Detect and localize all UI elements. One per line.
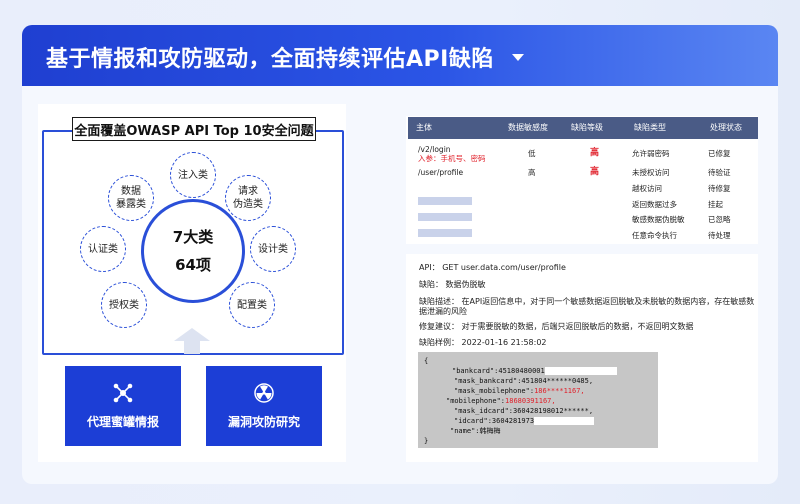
detail-fix: 修复建议： 对于需要脱敏的数据，后端只返回脱敏后的数据，不返回明文数据 (419, 322, 694, 331)
network-nodes-icon (113, 383, 133, 402)
row-type: 敏感数据伪脱敏 (632, 215, 685, 224)
row-type: 返回数据过多 (632, 200, 677, 209)
code-line: "mask_mobilephone":186****1167, (454, 387, 585, 395)
category-node-request-forgery[interactable]: 请求 伪造类 (225, 175, 271, 221)
category-node-authorization[interactable]: 授权类 (101, 282, 147, 328)
row-sensitivity: 高 (528, 168, 536, 177)
redacted-subject (418, 229, 472, 237)
header-subject: 主体 (416, 123, 432, 132)
arrow-up-icon (174, 328, 210, 354)
feature-label: 代理蜜罐情报 (86, 414, 159, 429)
row-status: 挂起 (708, 200, 723, 209)
feature-vuln-research[interactable]: 漏洞攻防研究 (206, 366, 322, 446)
category-node-config[interactable]: 配置类 (229, 282, 275, 328)
row-status: 待修复 (708, 184, 731, 193)
code-line: } (424, 437, 429, 445)
code-line: "mobilephone":18680391167, (446, 397, 556, 405)
category-count: 7大类 (172, 228, 214, 246)
header-type: 缺陷类型 (634, 123, 666, 132)
detail-api: API： GET user.data.com/user/profile (419, 263, 566, 272)
redacted-subject (418, 197, 472, 205)
row-status: 待处理 (708, 231, 731, 240)
item-count: 64项 (175, 256, 211, 274)
row-level: 高 (590, 167, 600, 177)
code-line: "bankcard":45180480001 (424, 366, 652, 376)
feature-honeypot-intel[interactable]: 代理蜜罐情报 (65, 366, 181, 446)
code-line: "mask_idcard":360428198012******, (454, 407, 594, 415)
header-level: 缺陷等级 (571, 123, 603, 132)
code-line: "name":韩梅梅 (450, 427, 501, 435)
row-type: 越权访问 (632, 184, 662, 193)
header-status: 处理状态 (710, 123, 742, 132)
row-type: 任意命令执行 (632, 231, 677, 240)
table-header: 主体 数据敏感度 缺陷等级 缺陷类型 处理状态 (408, 117, 758, 139)
row-status: 已忽略 (708, 215, 731, 224)
category-node-injection[interactable]: 注入类 (170, 152, 216, 198)
masked-value (544, 367, 617, 375)
code-sample: { "bankcard":45180480001 "mask_bankcard"… (418, 352, 658, 448)
row-type: 未授权访问 (632, 168, 670, 177)
detail-defect: 缺陷： 数据伪脱敏 (419, 280, 486, 289)
row-status: 已修复 (708, 149, 731, 158)
header-sensitivity: 数据敏感度 (508, 123, 548, 132)
row-level: 高 (590, 148, 600, 158)
category-node-design[interactable]: 设计类 (250, 226, 296, 272)
row-status: 待验证 (708, 168, 731, 177)
category-node-authentication[interactable]: 认证类 (80, 226, 126, 272)
detail-description: 缺陷描述： 在API返回信息中，对于同一个敏感数据返回脱敏及未脱敏的数据内容，存… (419, 297, 755, 306)
masked-value (534, 417, 595, 425)
code-line: "mask_bankcard":451804******0485, (454, 377, 594, 385)
feature-label: 漏洞攻防研究 (227, 414, 300, 429)
row-type: 允许弱密码 (632, 149, 670, 158)
detail-sample: 缺陷样例： 2022-01-16 21:58:02 (419, 338, 547, 347)
row-subject: /user/profile (418, 168, 464, 177)
detail-description-cont: 据泄漏的风险 (419, 307, 467, 316)
code-line: "idcard":3604281973 (424, 416, 652, 426)
radiation-icon (254, 382, 274, 403)
row-sensitivity: 低 (528, 149, 536, 158)
code-line: { (424, 357, 429, 365)
category-node-data-exposure[interactable]: 数据 暴露类 (108, 175, 154, 221)
row-subject-note: 入参：手机号、密码 (418, 154, 486, 163)
redacted-subject (418, 213, 472, 221)
category-summary: 7大类 64项 (141, 199, 245, 303)
